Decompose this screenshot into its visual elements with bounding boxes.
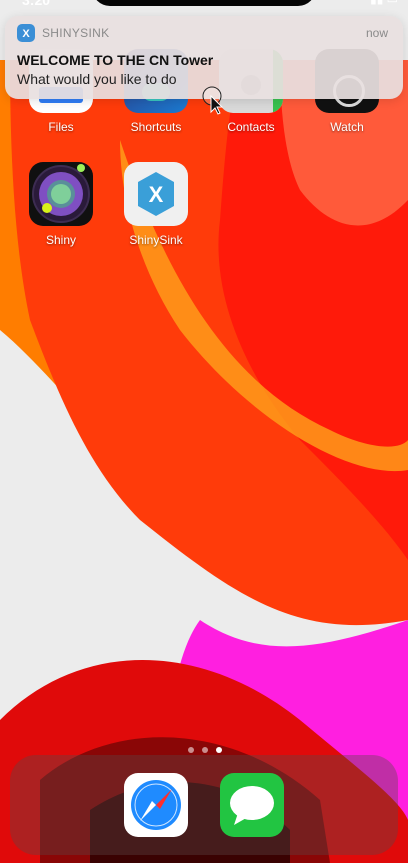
page-dot-active — [216, 747, 222, 753]
page-dot — [188, 747, 194, 753]
page-dot — [202, 747, 208, 753]
shinysink-icon: X — [124, 162, 188, 226]
notification-app-name: SHINYSINK — [42, 26, 110, 40]
notch — [92, 0, 316, 6]
app-label: ShinySink — [129, 233, 183, 247]
shiny-icon — [29, 162, 93, 226]
status-icons: ▮▮ ▭ — [370, 0, 398, 6]
signal-icon: ▮▮ — [370, 0, 383, 6]
safari-icon[interactable] — [124, 773, 188, 837]
app-label: Shiny — [45, 233, 77, 247]
cursor-icon — [202, 86, 224, 115]
app-shinysink[interactable]: X ShinySink — [116, 162, 196, 247]
app-shiny[interactable]: Shiny — [21, 162, 101, 247]
app-label: Shortcuts — [130, 120, 182, 134]
notification-body: What would you like to do — [17, 71, 177, 87]
status-bar: 3:20 ▮▮ ▭ — [0, 0, 408, 8]
app-label: Files — [48, 120, 74, 134]
svg-text:X: X — [149, 182, 164, 207]
app-label: Contacts — [227, 120, 275, 134]
notification-time: now — [365, 26, 388, 40]
dock — [10, 755, 398, 855]
svg-text:X: X — [22, 28, 30, 40]
messages-icon[interactable] — [220, 773, 284, 837]
shinysink-notification-icon: X — [17, 24, 35, 42]
notification-title: WELCOME TO THE CN Tower — [17, 52, 214, 68]
battery-icon: ▭ — [387, 0, 398, 6]
app-label: Watch — [330, 120, 364, 134]
status-time: 3:20 — [22, 0, 51, 8]
